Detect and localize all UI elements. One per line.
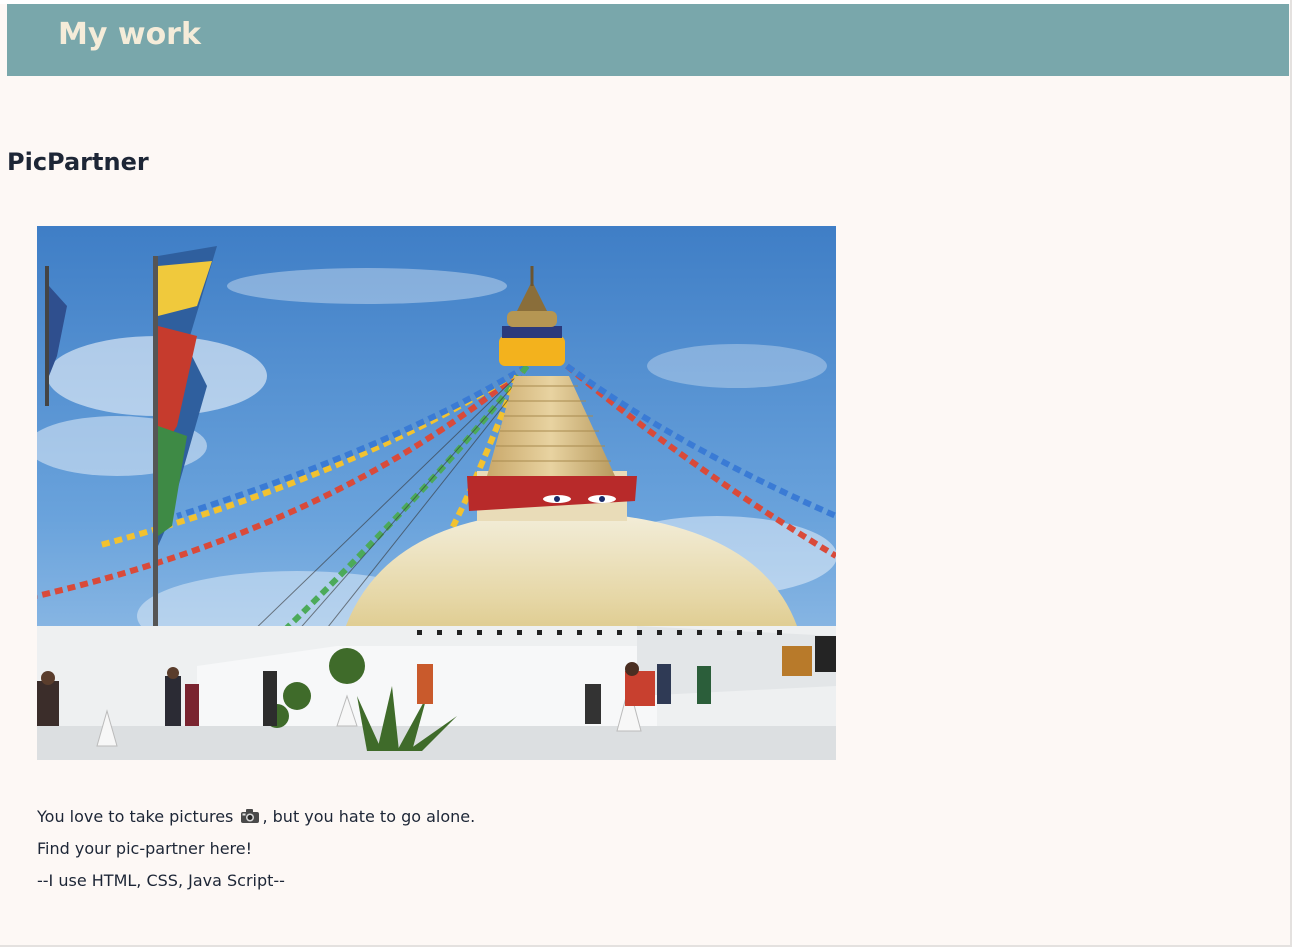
project-description-line-1: You love to take pictures , but you hate… xyxy=(37,807,475,827)
project-tech-stack: --I use HTML, CSS, Java Script-- xyxy=(37,871,285,890)
project-title: PicPartner xyxy=(7,148,149,176)
description-text-end: , but you hate to go alone. xyxy=(262,807,476,826)
header-title: My work xyxy=(58,17,201,52)
camera-icon xyxy=(241,809,260,823)
page: My work PicPartner You love to take pict… xyxy=(0,0,1292,947)
site-header: My work xyxy=(7,4,1289,76)
project-description-line-2: Find your pic-partner here! xyxy=(37,839,253,858)
description-text-start: You love to take pictures xyxy=(37,807,234,826)
project-photo xyxy=(37,226,836,760)
